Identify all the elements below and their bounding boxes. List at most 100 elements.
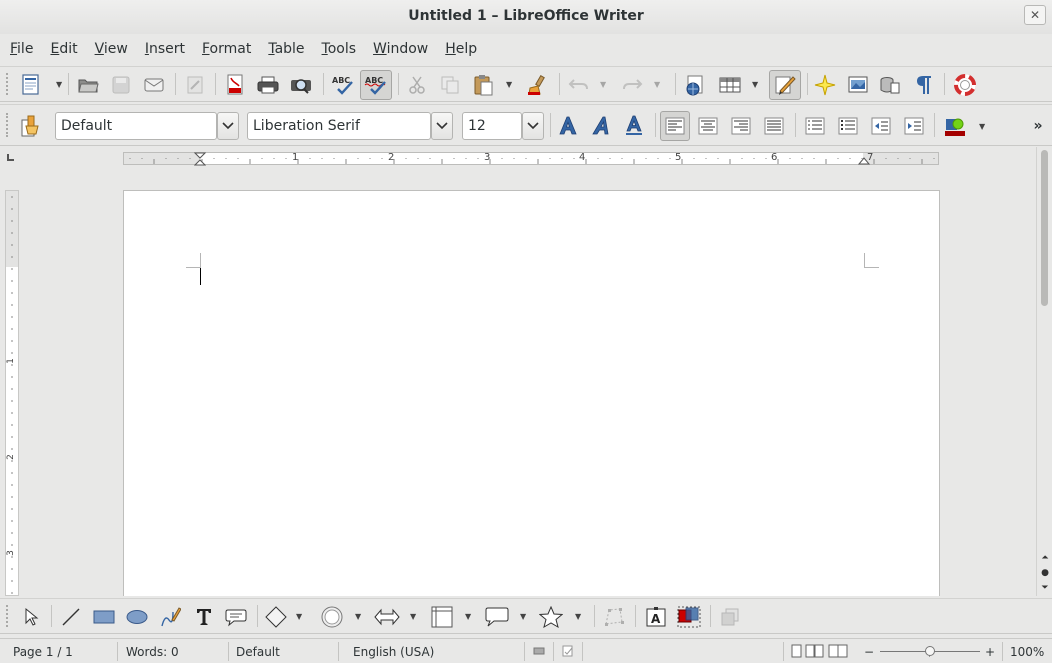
clone-formatting-button[interactable] (523, 72, 551, 98)
font-color-dropdown[interactable]: ▼ (979, 122, 985, 131)
select-button[interactable] (17, 604, 45, 630)
paste-button[interactable] (469, 72, 497, 98)
redo-dropdown[interactable]: ▼ (654, 80, 660, 89)
basic-shapes-dropdown[interactable]: ▼ (296, 612, 302, 621)
paragraph-style-combo[interactable]: Default (55, 112, 217, 140)
zoom-slider-thumb[interactable] (925, 646, 935, 656)
status-insert-mode[interactable] (533, 639, 545, 663)
navigation-button[interactable]: ● (1039, 567, 1051, 580)
ellipse-button[interactable] (123, 604, 151, 630)
new-document-dropdown[interactable]: ▼ (56, 80, 62, 89)
next-page-button[interactable]: ⏷ (1039, 582, 1051, 595)
symbol-shapes-dropdown[interactable]: ▼ (355, 612, 361, 621)
autospellcheck-button[interactable]: ABC (360, 70, 392, 100)
right-indent-marker-icon[interactable] (858, 155, 870, 165)
new-document-button[interactable] (18, 72, 44, 98)
hyperlink-button[interactable] (681, 72, 709, 98)
menu-format[interactable]: Format (195, 34, 258, 64)
status-zoom-level[interactable]: 100% (1010, 639, 1044, 663)
edit-file-button[interactable] (181, 72, 209, 98)
flowchart-dropdown[interactable]: ▼ (465, 612, 471, 621)
text-button[interactable] (190, 604, 218, 630)
font-name-combo[interactable]: Liberation Serif (247, 112, 431, 140)
block-arrows-button[interactable] (372, 604, 402, 630)
menu-file[interactable]: File (3, 34, 40, 64)
status-page-number[interactable]: Page 1 / 1 (13, 639, 73, 663)
email-button[interactable] (140, 72, 168, 98)
status-language[interactable]: English (USA) (353, 639, 434, 663)
cut-button[interactable] (403, 72, 431, 98)
vertical-ruler[interactable]: 1 2 3 (5, 190, 19, 596)
font-size-dropdown[interactable] (522, 112, 544, 140)
bullets-button[interactable] (834, 113, 862, 139)
numbering-button[interactable] (801, 113, 829, 139)
font-size-combo[interactable]: 12 (462, 112, 522, 140)
undo-button[interactable] (565, 72, 593, 98)
scrollbar-thumb[interactable] (1041, 150, 1048, 306)
menu-window[interactable]: Window (366, 34, 435, 64)
callouts-button[interactable] (222, 604, 250, 630)
italic-button[interactable] (587, 113, 615, 139)
show-draw-functions-button[interactable] (769, 70, 801, 100)
font-color-button[interactable] (940, 113, 970, 139)
callout-shapes-dropdown[interactable]: ▼ (520, 612, 526, 621)
align-center-button[interactable] (694, 113, 722, 139)
status-document-modified[interactable] (562, 639, 574, 663)
toolbar-grip[interactable] (6, 73, 11, 95)
copy-button[interactable] (436, 72, 464, 98)
table-button[interactable] (714, 72, 746, 98)
paragraph-style-dropdown[interactable] (217, 112, 239, 140)
print-preview-button[interactable] (287, 72, 315, 98)
font-name-dropdown[interactable] (431, 112, 453, 140)
horizontal-ruler[interactable]: 1 2 3 4 5 6 7 (123, 152, 939, 166)
formatting-marks-button[interactable] (910, 72, 938, 98)
menu-view[interactable]: View (88, 34, 135, 64)
status-word-count[interactable]: Words: 0 (126, 639, 179, 663)
zoom-out-button[interactable]: − (864, 639, 874, 663)
redo-button[interactable] (618, 72, 646, 98)
stars-button[interactable] (537, 604, 565, 630)
points-button[interactable] (600, 604, 628, 630)
undo-dropdown[interactable]: ▼ (600, 80, 606, 89)
tab-stop-type-icon[interactable] (7, 154, 14, 161)
menu-help[interactable]: Help (438, 34, 484, 64)
open-button[interactable] (74, 72, 102, 98)
flowchart-button[interactable] (428, 604, 456, 630)
fontwork-button[interactable]: A (642, 604, 670, 630)
callout-shapes-button[interactable] (482, 604, 512, 630)
navigator-button[interactable] (811, 72, 839, 98)
help-button[interactable] (951, 72, 979, 98)
decrease-indent-button[interactable] (867, 113, 895, 139)
toolbar-grip[interactable] (6, 605, 11, 627)
stars-dropdown[interactable]: ▼ (575, 612, 581, 621)
basic-shapes-button[interactable] (262, 604, 290, 630)
extrusion-button[interactable] (716, 604, 744, 630)
toolbar-grip[interactable] (6, 113, 11, 137)
vertical-scrollbar[interactable]: ⏶ ● ⏷ (1036, 147, 1052, 596)
justify-button[interactable] (760, 113, 788, 139)
toolbar-overflow-button[interactable]: » (1028, 113, 1048, 139)
spellcheck-button[interactable]: ABC (328, 72, 358, 98)
paste-dropdown[interactable]: ▼ (506, 80, 512, 89)
data-sources-button[interactable] (876, 72, 904, 98)
bold-button[interactable] (554, 113, 582, 139)
increase-indent-button[interactable] (900, 113, 928, 139)
insert-image-button[interactable] (675, 604, 703, 630)
symbol-shapes-button[interactable] (318, 604, 346, 630)
freeform-line-button[interactable] (156, 604, 184, 630)
previous-page-button[interactable]: ⏶ (1039, 552, 1051, 565)
align-right-button[interactable] (727, 113, 755, 139)
gallery-button[interactable] (844, 72, 872, 98)
menu-table[interactable]: Table (261, 34, 311, 64)
align-left-button[interactable] (660, 111, 690, 141)
close-window-button[interactable]: ✕ (1024, 5, 1046, 25)
indent-marker-icon[interactable] (194, 152, 206, 166)
underline-button[interactable] (620, 113, 648, 139)
rectangle-button[interactable] (90, 604, 118, 630)
zoom-in-button[interactable]: + (985, 639, 995, 663)
print-button[interactable] (254, 72, 282, 98)
save-button[interactable] (107, 72, 135, 98)
menu-insert[interactable]: Insert (138, 34, 192, 64)
export-pdf-button[interactable] (221, 72, 249, 98)
styles-and-formatting-button[interactable] (17, 113, 45, 139)
